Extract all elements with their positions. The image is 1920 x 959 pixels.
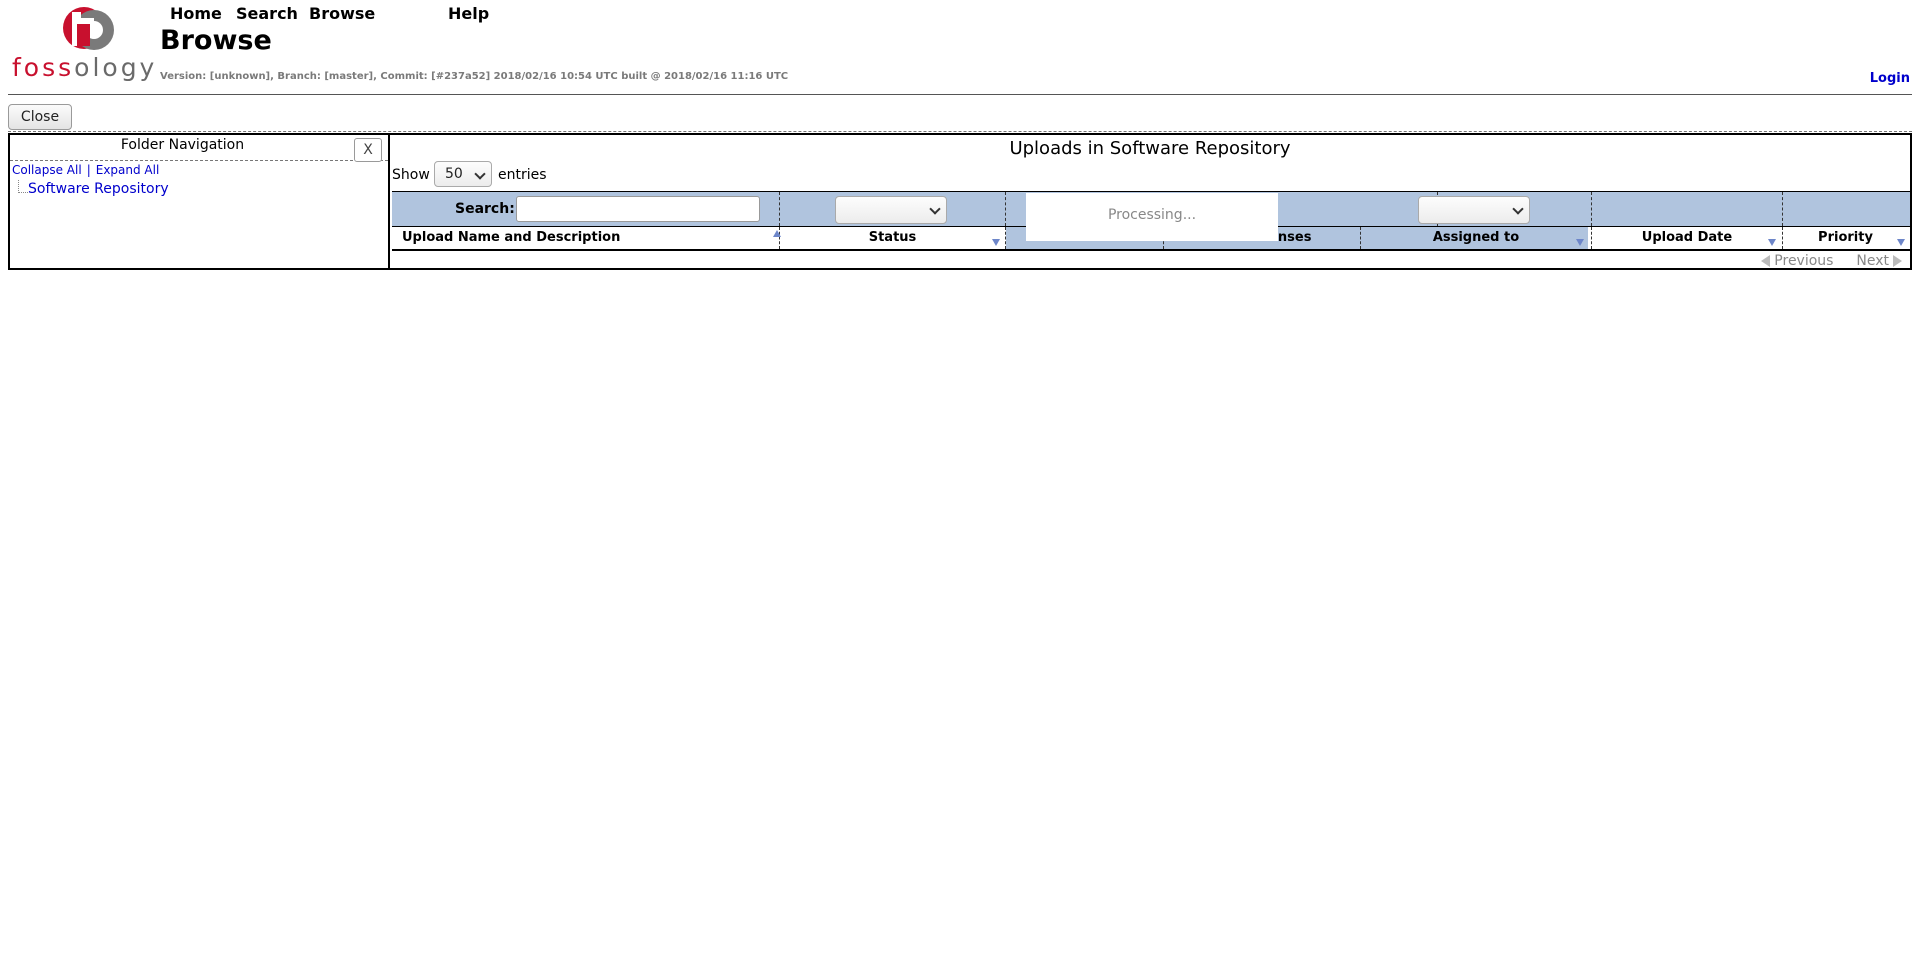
column-header-upload-date[interactable]: Upload Date xyxy=(1592,227,1782,249)
folder-navigation-panel: Folder Navigation X Collapse All | Expand … xyxy=(8,133,388,270)
column-divider xyxy=(1782,192,1783,226)
version-info: Version: [unknown], Branch: [master], Co… xyxy=(160,71,789,82)
sort-descending-icon xyxy=(992,239,1000,246)
sort-descending-icon xyxy=(1768,239,1776,246)
column-header-label: Upload Name and Description xyxy=(402,230,621,245)
sort-descending-icon xyxy=(1576,239,1584,246)
assignee-filter-select[interactable] xyxy=(1418,196,1530,224)
chevron-down-icon xyxy=(1512,203,1524,215)
expand-all-link[interactable]: Expand All xyxy=(96,163,160,177)
entries-label: entries xyxy=(498,167,547,183)
folder-navigation-header: Folder Navigation X xyxy=(10,135,388,162)
previous-button[interactable]: Previous xyxy=(1774,253,1833,269)
column-header-label: Status xyxy=(868,230,917,245)
column-header-upload-name[interactable]: Upload Name and Description xyxy=(402,227,781,249)
fossology-logo[interactable]: fossology xyxy=(10,6,154,82)
search-input[interactable] xyxy=(516,196,760,222)
login-link[interactable]: Login xyxy=(1870,71,1910,86)
column-header-priority[interactable]: Priority xyxy=(1783,227,1908,249)
menu-help[interactable]: Help xyxy=(448,4,489,23)
previous-arrow-icon xyxy=(1761,255,1771,267)
status-filter-select[interactable] xyxy=(835,196,947,224)
folder-close-button[interactable]: X xyxy=(354,138,382,162)
column-divider xyxy=(779,192,780,226)
content-divider xyxy=(8,131,1912,132)
menu-browse[interactable]: Browse xyxy=(309,4,375,23)
collapse-all-link[interactable]: Collapse All xyxy=(12,163,82,177)
column-header-status[interactable]: Status xyxy=(780,227,1005,249)
column-divider xyxy=(1591,192,1592,226)
fossology-logo-icon xyxy=(63,7,114,50)
menu-search[interactable]: Search xyxy=(236,4,298,23)
processing-indicator: Processing... xyxy=(1026,193,1278,241)
column-divider xyxy=(1005,192,1006,226)
tree-controls: Collapse All | Expand All xyxy=(12,163,159,177)
close-button[interactable]: Close xyxy=(8,104,72,130)
show-label: Show xyxy=(392,167,430,183)
uploads-panel: Uploads in Software Repository Show 50 e… xyxy=(388,133,1912,270)
folder-navigation-title: Folder Navigation xyxy=(120,137,245,153)
next-arrow-icon xyxy=(1893,255,1902,267)
chevron-down-icon xyxy=(474,168,486,180)
sort-descending-icon xyxy=(1897,239,1905,246)
pagination: Previous Next xyxy=(1761,253,1902,269)
next-button[interactable]: Next xyxy=(1856,253,1889,269)
header-divider xyxy=(8,94,1912,95)
page-title: Browse xyxy=(160,25,272,56)
column-header-label: Upload Date xyxy=(1641,230,1733,245)
folder-tree-item-software-repository[interactable]: Software Repository xyxy=(28,181,169,197)
entries-select-value: 50 xyxy=(445,166,463,182)
chevron-down-icon xyxy=(929,203,941,215)
logo-wordmark: fossology xyxy=(12,53,158,82)
tree-branch-line xyxy=(18,180,28,193)
column-header-label: Priority xyxy=(1818,230,1873,245)
tree-controls-separator: | xyxy=(86,163,91,177)
uploads-title: Uploads in Software Repository xyxy=(1009,138,1291,159)
column-header-label: Assigned to xyxy=(1432,230,1520,245)
entries-select[interactable]: 50 xyxy=(434,161,492,187)
column-header-assigned-to[interactable]: Assigned to xyxy=(1361,227,1591,249)
menu-home[interactable]: Home xyxy=(170,4,222,23)
search-label: Search: xyxy=(455,201,515,217)
